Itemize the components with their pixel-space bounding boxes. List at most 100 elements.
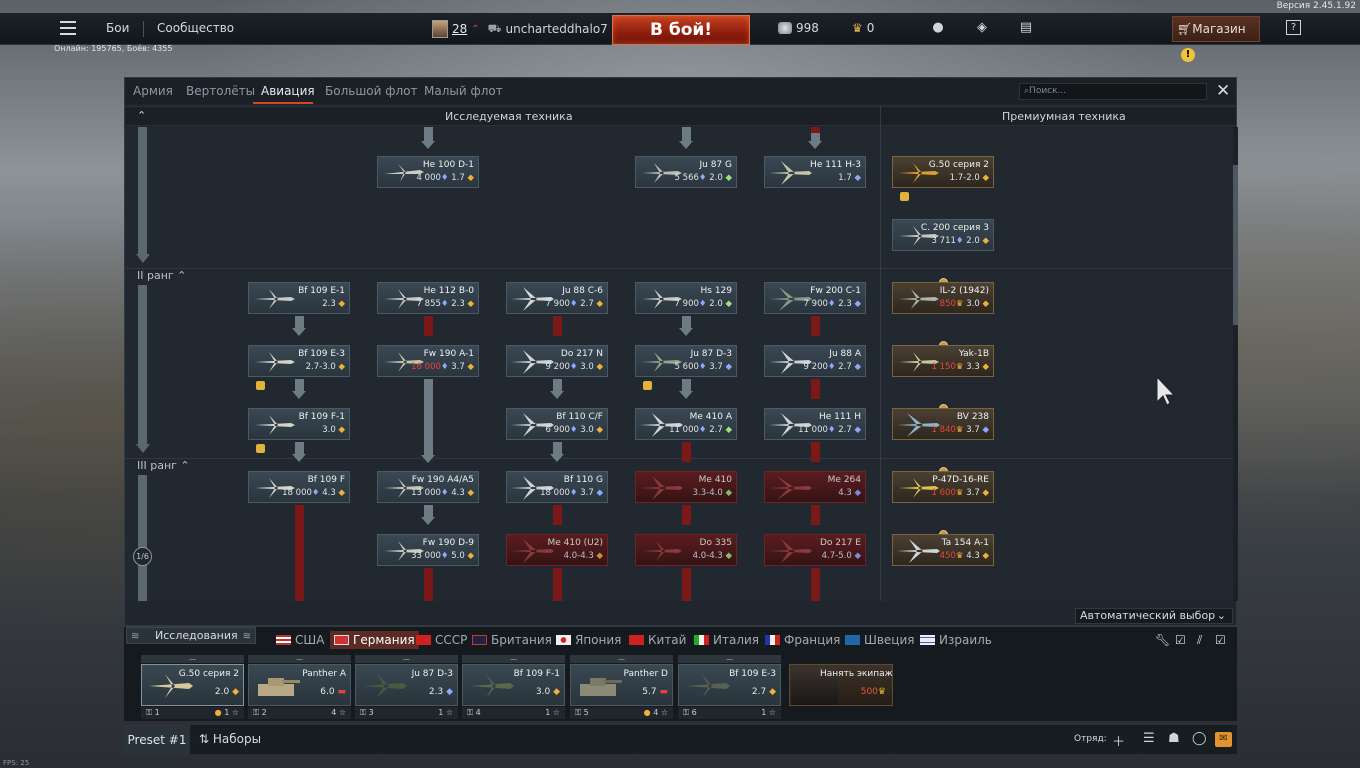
checkbox-icon[interactable]: ☑ [1215, 633, 1226, 647]
nation-israel[interactable]: Израиль [920, 633, 992, 647]
collapse-chevron-icon[interactable]: ⌃ [137, 109, 146, 122]
premium-vehicle-card[interactable]: IL-2 (1942) 850♛ 3.0 ◆ [892, 282, 994, 314]
hire-crew-button[interactable]: Нанять экипаж 500♛ [789, 664, 893, 706]
tree-connector [424, 127, 433, 141]
research-tab[interactable]: ≋ Исследования ≋ [126, 627, 256, 644]
crew-slot[interactable]: — Panther D 5.7 ▬ ⚿ 5 ● 4 ☆ [570, 655, 673, 719]
vehicle-card[interactable]: Bf 109 F-1 3.0 ◆ [248, 408, 350, 440]
search-input[interactable]: ⌕Поиск... [1019, 83, 1207, 100]
vehicle-card[interactable]: He 111 H-3 1.7 ◆ [764, 156, 866, 188]
preset-button[interactable]: Preset #1 [124, 725, 190, 755]
locked-vehicle-card[interactable]: Do 217 E 4.7-5.0 ◆ [764, 534, 866, 566]
vehicle-card[interactable]: Ju 88 A 9 200♦ 2.7 ◆ [764, 345, 866, 377]
tab-army[interactable]: Армия [133, 84, 173, 98]
nation-britain[interactable]: Британия [472, 633, 552, 647]
premium-vehicle-card[interactable]: Yak-1B 1 150♛ 3.3 ◆ [892, 345, 994, 377]
nation-france[interactable]: Франция [765, 633, 840, 647]
sort-arrows-icon: ⇅ [199, 732, 210, 746]
tab-bluewater-fleet[interactable]: Большой флот [325, 84, 418, 98]
menu-icon[interactable] [60, 21, 76, 35]
player-info[interactable]: 28 ⌃ ⛟ uncharteddhalo7 [432, 19, 608, 39]
premium-vehicle-card[interactable]: Ta 154 A-1 450♛ 4.3 ◆ [892, 534, 994, 566]
premium-vehicle-card[interactable]: P-47D-16-RE 1 600♛ 3.7 ◆ [892, 471, 994, 503]
locked-vehicle-card[interactable]: Do 335 4.0-4.3 ◆ [635, 534, 737, 566]
silver-balance[interactable]: 998 [778, 21, 819, 35]
chat-icon[interactable]: ◯ [1192, 731, 1207, 746]
bomber-plane-icon [769, 161, 812, 185]
nation-germany[interactable]: Германия [330, 631, 419, 649]
close-icon[interactable]: ✕ [1216, 81, 1230, 101]
tree-connector [295, 442, 304, 454]
coupon-icon[interactable]: ▤ [1018, 20, 1034, 36]
list-icon[interactable]: ☰ [1143, 731, 1155, 746]
vehicle-card[interactable]: Bf 109 E-1 2.3 ◆ [248, 282, 350, 314]
vehicle-card[interactable]: Fw 190 A4/A5 13 000♦ 4.3 ◆ [377, 471, 479, 503]
tree-connector [682, 568, 691, 601]
tab-helicopters[interactable]: Вертолёты [186, 84, 255, 98]
crew-slot[interactable]: — Bf 109 F-1 3.0 ◆ ⚿ 41 ☆ [462, 655, 565, 719]
vehicle-card[interactable]: Fw 190 D-9 33 000♦ 5.0 ◆ [377, 534, 479, 566]
vehicle-card[interactable]: C. 200 серия 3 3 711♦ 2.0 ◆ [892, 219, 994, 251]
wheel-icon[interactable]: ◈ [974, 20, 990, 36]
tree-connector [682, 316, 691, 328]
crew-slot[interactable]: — G.50 серия 2 2.0 ◆ ⚿ 1 ● 1 ☆ [141, 655, 244, 719]
avatar[interactable] [432, 20, 448, 38]
vehicle-card[interactable]: Fw 200 C-1 7 900♦ 2.3 ◆ [764, 282, 866, 314]
fighter-plane-icon [255, 289, 295, 309]
vehicle-card[interactable]: Ju 87 G 5 566♦ 2.0 ◆ [635, 156, 737, 188]
auto-select-dropdown[interactable]: Автоматический выбор ⌄ [1075, 608, 1233, 624]
rank-progress-bar [138, 127, 147, 255]
crew-slot[interactable]: — Ju 87 D-3 2.3 ◆ ⚿ 31 ☆ [355, 655, 458, 719]
vehicle-card[interactable]: Do 217 N 9 200♦ 3.0 ◆ [506, 345, 608, 377]
nation-japan[interactable]: Япония [556, 633, 621, 647]
shop-button[interactable]: 🛒︎Магазин! [1172, 16, 1260, 62]
tree-connector [682, 379, 691, 391]
tree-connector [424, 505, 433, 517]
vehicle-card[interactable]: Bf 110 G 18 000♦ 3.7 ◆ [506, 471, 608, 503]
to-battle-button[interactable]: В бой! [612, 15, 750, 45]
premium-vehicle-card[interactable]: G.50 серия 2 1.7-2.0 ◆ [892, 156, 994, 188]
vehicle-card[interactable]: Bf 109 E-3 2.7-3.0 ◆ [248, 345, 350, 377]
tree-connector [811, 442, 820, 462]
locked-vehicle-card[interactable]: Me 264 4.3 ◆ [764, 471, 866, 503]
vehicle-card[interactable]: Ju 87 D-3 5 600♦ 3.7 ◆ [635, 345, 737, 377]
crew-slot[interactable]: — Panther A 6.0 ▬ ⚿ 24 ☆ [248, 655, 351, 719]
premium-vehicle-card[interactable]: BV 238 1 840♛ 3.7 ◆ [892, 408, 994, 440]
mail-icon[interactable]: ✉ [1215, 732, 1232, 747]
vehicle-card[interactable]: Ju 88 C-6 7 900♦ 2.7 ◆ [506, 282, 608, 314]
vehicle-card[interactable]: Bf 109 F 18 000♦ 4.3 ◆ [248, 471, 350, 503]
vehicle-card[interactable]: Bf 110 C/F 6 900♦ 3.0 ◆ [506, 408, 608, 440]
research-key-icon [643, 381, 652, 390]
vehicle-card[interactable]: Me 410 A 11 000♦ 2.7 ◆ [635, 408, 737, 440]
tree-scrollbar[interactable] [1233, 127, 1238, 601]
lightbulb-icon[interactable]: ● [930, 20, 946, 36]
nation-usa[interactable]: США [276, 633, 324, 647]
version-label: Версия 2.45.1.92 [1276, 1, 1356, 11]
vehicle-card[interactable]: He 112 B-0 7 855♦ 2.3 ◆ [377, 282, 479, 314]
flag-france-icon [765, 635, 780, 645]
ammo-icon[interactable]: ⫽ [1197, 633, 1202, 648]
crew-slot[interactable]: — Bf 109 E-3 2.7 ◆ ⚿ 61 ☆ [678, 655, 781, 719]
vehicle-card[interactable]: Fw 190 A-1 16 000♦ 3.7 ◆ [377, 345, 479, 377]
checkbox-icon[interactable]: ☑ [1175, 633, 1186, 647]
contacts-icon[interactable]: ☗ [1168, 731, 1180, 746]
nav-community[interactable]: Сообщество [157, 21, 234, 35]
wrench-icon[interactable]: 🔧︎ [1155, 633, 1170, 647]
nation-italy[interactable]: Италия [694, 633, 759, 647]
tab-coastal-fleet[interactable]: Малый флот [424, 84, 503, 98]
presets-button[interactable]: ⇅ Наборы [199, 732, 261, 746]
scrollbar-thumb[interactable] [1233, 165, 1238, 325]
nation-china[interactable]: Китай [629, 633, 686, 647]
vehicle-card[interactable]: He 111 H 11 000♦ 2.7 ◆ [764, 408, 866, 440]
locked-vehicle-card[interactable]: Me 410 3.3-4.0 ◆ [635, 471, 737, 503]
nav-battles[interactable]: Бои [106, 21, 129, 35]
add-squad-icon[interactable]: ＋ [1112, 731, 1125, 750]
tab-aviation[interactable]: Авиация [261, 84, 315, 98]
vehicle-card[interactable]: Hs 129 7 900♦ 2.0 ◆ [635, 282, 737, 314]
nation-ussr[interactable]: СССР [416, 633, 467, 647]
nation-sweden[interactable]: Швеция [845, 633, 914, 647]
gold-balance[interactable]: ♛ 0 [852, 21, 874, 35]
locked-vehicle-card[interactable]: Me 410 (U2) 4.0-4.3 ◆ [506, 534, 608, 566]
help-button[interactable]: ? [1286, 20, 1301, 35]
vehicle-card[interactable]: He 100 D-1 4 000♦ 1.7 ◆ [377, 156, 479, 188]
